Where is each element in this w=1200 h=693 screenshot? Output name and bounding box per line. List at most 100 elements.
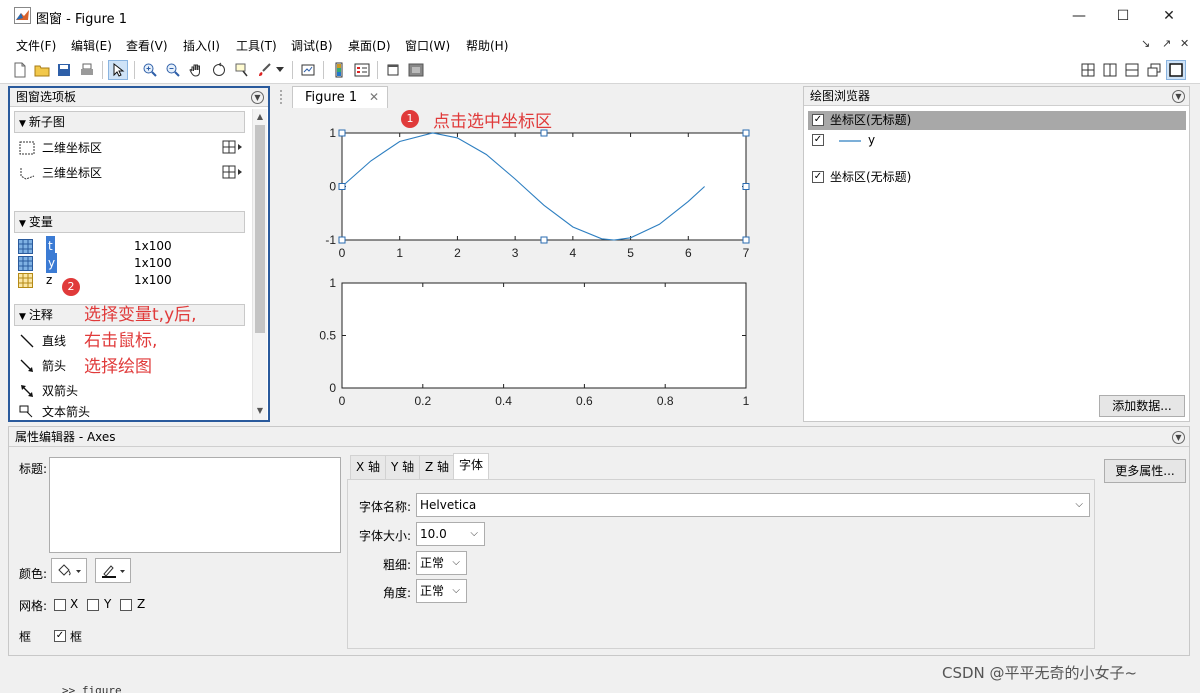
float-window-icon[interactable] (1144, 60, 1164, 80)
menu-window[interactable]: 窗口(W) (405, 37, 450, 54)
tab-font[interactable]: 字体 (453, 453, 490, 480)
menubar-close-icon[interactable]: ✕ (1180, 37, 1189, 50)
subplot-3d-grid-icon[interactable] (222, 165, 246, 181)
add-data-button[interactable]: 添加数据... (1099, 395, 1185, 417)
browser-row-axes-1[interactable]: ✓ 坐标区(无标题) (808, 111, 1186, 130)
minimize-button[interactable]: — (1069, 6, 1089, 26)
undock-icon[interactable]: ↗ (1162, 37, 1171, 50)
brush-icon[interactable] (255, 60, 275, 80)
grid-y-checkbox[interactable] (87, 599, 99, 611)
edit-plot-pointer-icon[interactable] (108, 60, 128, 80)
menu-edit[interactable]: 编辑(E) (71, 37, 112, 54)
tab-y-axis[interactable]: Y 轴 (385, 455, 421, 479)
step-2-annotation-line-3: 选择绘图 (84, 357, 152, 377)
angle-select[interactable]: 正常 ⌵ (416, 579, 467, 603)
brush-dropdown-icon[interactable] (274, 60, 286, 80)
edge-color-button[interactable] (95, 558, 131, 583)
watermark: CSDN @平平无奇的小女子~ (942, 664, 1138, 682)
grid-z-label: Z (137, 597, 146, 611)
palette-scrollbar[interactable]: ▲ ▼ (252, 109, 267, 420)
checkbox-checked-icon[interactable]: ✓ (812, 114, 824, 126)
font-size-select[interactable]: 10.0 ⌵ (416, 522, 485, 546)
menu-file[interactable]: 文件(F) (16, 37, 56, 54)
scroll-up-icon[interactable]: ▲ (255, 111, 265, 123)
maximize-button[interactable]: ☐ (1113, 6, 1133, 26)
save-icon[interactable] (54, 60, 74, 80)
palette-item-2d-axes[interactable]: 二维坐标区 (18, 138, 102, 158)
axes-1-x-tick-label: 5 (627, 246, 634, 260)
variable-row-z[interactable]: z 1x100 (18, 270, 238, 290)
section-label: 注释 (28, 308, 53, 322)
menu-debug[interactable]: 调试(B) (291, 37, 333, 54)
box-checkbox[interactable]: ✓ (54, 630, 66, 642)
annotation-item-text-arrow[interactable]: 文本箭头 (18, 404, 90, 420)
figure-canvas[interactable]: 0 1 2 3 4 5 6 710-10 0.2 0.4 0.6 0.8 110.50 (276, 86, 794, 422)
menu-help[interactable]: 帮助(H) (466, 37, 508, 54)
annotation-item-arrow[interactable]: 箭头 (18, 356, 66, 376)
menu-tools[interactable]: 工具(T) (236, 37, 277, 54)
more-properties-button[interactable]: 更多属性... (1104, 459, 1186, 483)
selection-handle (540, 236, 548, 244)
box-label: 框 (19, 630, 32, 644)
open-file-icon[interactable] (32, 60, 52, 80)
font-name-value: Helvetica (420, 498, 477, 512)
pan-hand-icon[interactable] (186, 60, 206, 80)
grid-z-checkbox[interactable] (120, 599, 132, 611)
rotate-3d-icon[interactable] (209, 60, 229, 80)
print-icon[interactable] (77, 60, 97, 80)
browser-row-line-y[interactable]: ✓ y (808, 131, 1186, 150)
data-cursor-icon[interactable] (232, 60, 252, 80)
step-1-badge: 1 (401, 110, 419, 128)
font-name-select[interactable]: Helvetica ⌵ (416, 493, 1090, 517)
checkbox-checked-icon[interactable]: ✓ (812, 134, 824, 146)
palette-item-3d-axes[interactable]: 三维坐标区 (18, 163, 102, 183)
maximize-document-icon[interactable] (1166, 60, 1186, 80)
close-button[interactable]: ✕ (1159, 6, 1179, 26)
hide-plot-tools-icon[interactable] (383, 60, 403, 80)
axes-2-y-tick-label: 0.5 (319, 329, 336, 343)
checkbox-checked-icon[interactable]: ✓ (812, 171, 824, 183)
font-size-value: 10.0 (420, 527, 447, 541)
axes-2-x-tick-label: 1 (743, 394, 750, 408)
section-new-subplot[interactable]: ▼ 新子图 (14, 111, 245, 133)
annotation-label: 双箭头 (42, 384, 79, 398)
tile-rows-icon[interactable] (1122, 60, 1142, 80)
annotation-label: 箭头 (42, 359, 67, 373)
menu-desktop[interactable]: 桌面(D) (348, 37, 391, 54)
browser-row-axes-2[interactable]: ✓ 坐标区(无标题) (808, 168, 1186, 187)
tab-z-axis[interactable]: Z 轴 (419, 455, 456, 479)
weight-select[interactable]: 正常 ⌵ (416, 551, 467, 575)
tab-x-axis[interactable]: X 轴 (350, 455, 387, 479)
menu-view[interactable]: 查看(V) (126, 37, 168, 54)
fill-color-button[interactable] (51, 558, 87, 583)
palette-menu-icon[interactable]: ▼ (251, 91, 264, 104)
new-figure-icon[interactable] (10, 60, 30, 80)
axes-2-x-tick-label: 0 (339, 394, 346, 408)
palette-item-label: 二维坐标区 (42, 141, 103, 155)
grid-label: 网格: (19, 599, 48, 613)
property-editor-menu-icon[interactable]: ▼ (1172, 431, 1185, 444)
tile-columns-icon[interactable] (1100, 60, 1120, 80)
insert-colorbar-icon[interactable] (329, 60, 349, 80)
browser-menu-icon[interactable]: ▼ (1172, 90, 1185, 103)
zoom-in-icon[interactable] (140, 60, 160, 80)
axes-2-box (341, 282, 747, 389)
show-plot-tools-icon[interactable] (406, 60, 426, 80)
zoom-out-icon[interactable] (163, 60, 183, 80)
line-swatch-icon (839, 140, 861, 142)
annotation-item-double-arrow[interactable]: 双箭头 (18, 381, 78, 401)
scroll-down-icon[interactable]: ▼ (255, 405, 265, 417)
link-plot-icon[interactable] (298, 60, 318, 80)
grid-x-checkbox[interactable] (54, 599, 66, 611)
section-variables[interactable]: ▼ 变量 (14, 211, 245, 233)
dock-icon[interactable]: ↘ (1141, 37, 1150, 50)
subplot-grid-icon[interactable] (222, 140, 246, 156)
scrollbar-thumb[interactable] (255, 125, 265, 333)
annotation-item-line[interactable]: 直线 (18, 331, 66, 351)
title-textarea[interactable] (49, 457, 341, 553)
axes-2-y-tick-label: 1 (329, 276, 336, 290)
insert-legend-icon[interactable] (352, 60, 372, 80)
axes-1-y-tick-label: 1 (329, 126, 336, 140)
menu-insert[interactable]: 插入(I) (183, 37, 220, 54)
tile-grid-icon[interactable] (1078, 60, 1098, 80)
